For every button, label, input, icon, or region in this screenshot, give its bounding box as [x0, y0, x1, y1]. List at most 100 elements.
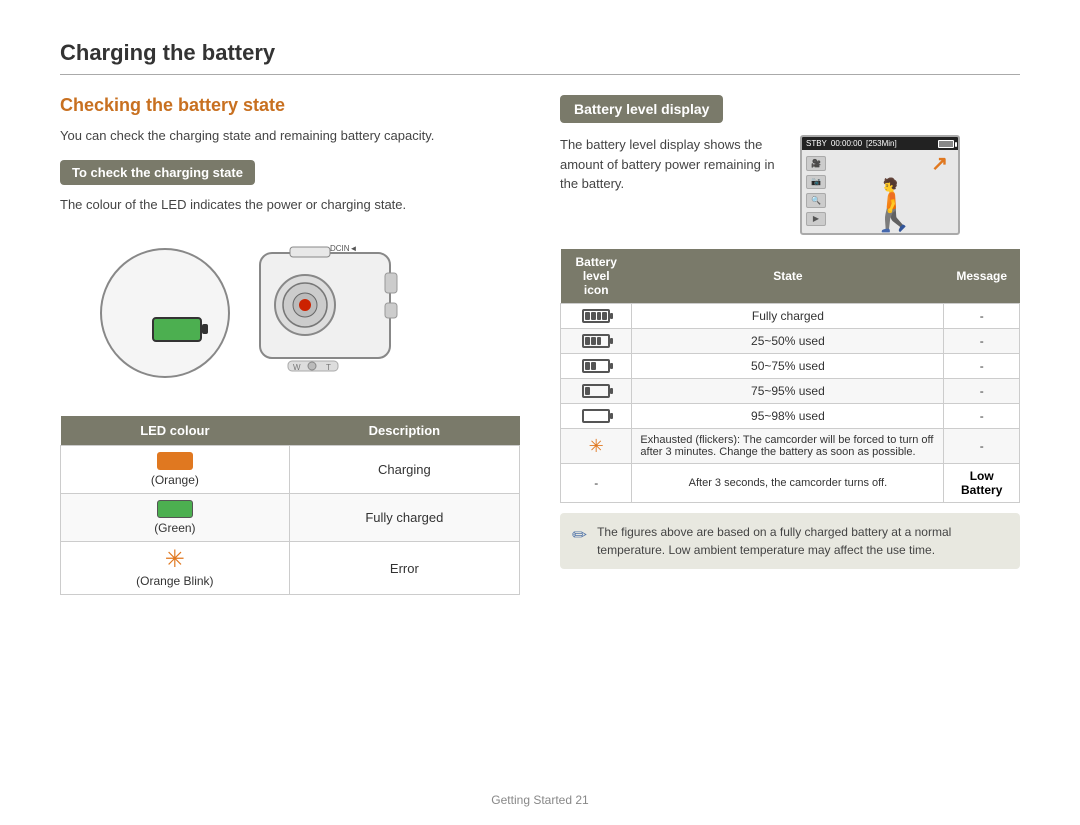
seg2 [591, 337, 596, 345]
batt-row-full: Fully charged - [561, 304, 1020, 329]
batt-icon-full [561, 304, 632, 329]
seg3-empty [597, 362, 602, 370]
battery-display-text: The battery level display shows the amou… [560, 135, 780, 194]
batt-msg-25-50: - [944, 329, 1020, 354]
battery-3-bar [582, 334, 610, 348]
batt-row-exhausted: ✳ Exhausted (flickers): The camcorder wi… [561, 429, 1020, 464]
batt-row-25-50: 25~50% used - [561, 329, 1020, 354]
batt-icon-75-95 [561, 379, 632, 404]
batt-row-75-95: 75~95% used - [561, 379, 1020, 404]
led-table: LED colour Description (Orange) Char [60, 416, 520, 595]
batt-row-95-98: 95~98% used - [561, 404, 1020, 429]
seg1 [585, 312, 590, 320]
orange-label: (Orange) [151, 473, 199, 487]
seg1 [585, 387, 590, 395]
battery-1-bar [582, 384, 610, 398]
batt-col-state: State [632, 249, 944, 304]
flicker-icon: ✳ [589, 436, 604, 456]
page-footer: Getting Started 21 [0, 793, 1080, 807]
intro-text: You can check the charging state and rem… [60, 126, 520, 146]
svg-text:T: T [326, 363, 331, 372]
left-column: Checking the battery state You can check… [60, 95, 520, 595]
page: Charging the battery Checking the batter… [0, 0, 1080, 825]
seg2 [591, 312, 596, 320]
led-colour-green: (Green) [61, 494, 290, 542]
battery-0-bar [582, 409, 610, 423]
led-colour-blink: ✳ (Orange Blink) [61, 542, 290, 595]
orange-icon [157, 452, 193, 470]
time-text: 00:00:00 [831, 139, 862, 148]
green-label: (Green) [154, 521, 195, 535]
batt-msg-75-95: - [944, 379, 1020, 404]
screen-body: 🎥 📷 🔍 ▶ 🚶 ↗ [802, 150, 958, 232]
seg1-empty [585, 412, 590, 420]
batt-icon-25-50 [561, 329, 632, 354]
batt-state-exhausted: Exhausted (flickers): The camcorder will… [632, 429, 944, 464]
battery-full-bar [582, 309, 610, 323]
camera-illustration: DCIN◄ W T [60, 228, 520, 398]
batt-state-50-75: 50~75% used [632, 354, 944, 379]
batt-state-25-50: 25~50% used [632, 329, 944, 354]
screen-icons: 🎥 📷 🔍 ▶ [804, 152, 828, 230]
right-column: Battery level display The battery level … [560, 95, 1020, 595]
led-colour-orange: (Orange) [61, 446, 290, 494]
batt-msg-95-98: - [944, 404, 1020, 429]
led-note: The colour of the LED indicates the powe… [60, 195, 520, 215]
seg3-empty [597, 412, 602, 420]
led-desc-charging: Charging [289, 446, 519, 494]
seg3 [597, 312, 602, 320]
screen-icon-1: 🎥 [806, 156, 826, 171]
batt-row-low: - After 3 seconds, the camcorder turns o… [561, 464, 1020, 503]
note-box: ✏ The figures above are based on a fully… [560, 513, 1020, 569]
seg2-empty [591, 387, 596, 395]
batt-icon-exhausted: ✳ [561, 429, 632, 464]
seg3 [597, 337, 602, 345]
seg4 [602, 312, 607, 320]
batt-icon-50-75 [561, 354, 632, 379]
batt-msg-50-75: - [944, 354, 1020, 379]
batt-icon-low: - [561, 464, 632, 503]
low-battery-text: Low Battery [961, 469, 1002, 497]
batt-msg-low: Low Battery [944, 464, 1020, 503]
min-text: [253Min] [866, 139, 897, 148]
screen-icon-3: 🔍 [806, 193, 826, 208]
camera-device: DCIN◄ W T [230, 233, 410, 388]
screen-icon-4: ▶ [806, 212, 826, 227]
batt-col-icon: Battery levelicon [561, 249, 632, 304]
camera-screen: STBY 00:00:00 [253Min] 🎥 📷 [800, 135, 960, 235]
batt-icon-95-98 [561, 404, 632, 429]
camera-body [100, 248, 230, 378]
seg4-empty [602, 362, 607, 370]
led-row-green: (Green) Fully charged [61, 494, 520, 542]
led-desc-full: Fully charged [289, 494, 519, 542]
batt-state-75-95: 75~95% used [632, 379, 944, 404]
arrow-overlay: ↗ [931, 151, 948, 176]
subsection-bar: To check the charging state [60, 160, 255, 185]
battery-table: Battery levelicon State Message [560, 249, 1020, 503]
seg1 [585, 362, 590, 370]
seg1 [585, 337, 590, 345]
right-section-title: Battery level display [560, 95, 723, 123]
battery-2-bar [582, 359, 610, 373]
page-title: Charging the battery [60, 40, 1020, 75]
stby-text: STBY [806, 139, 827, 148]
batt-row-50-75: 50~75% used - [561, 354, 1020, 379]
screen-icon-2: 📷 [806, 175, 826, 190]
seg2-empty [591, 412, 596, 420]
seg4-empty [602, 412, 607, 420]
batt-msg-full: - [944, 304, 1020, 329]
screen-top-bar: STBY 00:00:00 [253Min] [802, 137, 958, 150]
blink-label: (Orange Blink) [136, 574, 213, 588]
main-content: Checking the battery state You can check… [60, 95, 1020, 595]
batt-col-message: Message [944, 249, 1020, 304]
right-top: The battery level display shows the amou… [560, 135, 1020, 235]
left-section-title: Checking the battery state [60, 95, 520, 116]
led-col-header-colour: LED colour [61, 416, 290, 446]
green-icon [157, 500, 193, 518]
note-icon: ✏ [572, 525, 587, 546]
seg2 [591, 362, 596, 370]
seg3-empty [597, 387, 602, 395]
seg4-empty [602, 387, 607, 395]
batt-state-95-98: 95~98% used [632, 404, 944, 429]
batt-state-full: Fully charged [632, 304, 944, 329]
